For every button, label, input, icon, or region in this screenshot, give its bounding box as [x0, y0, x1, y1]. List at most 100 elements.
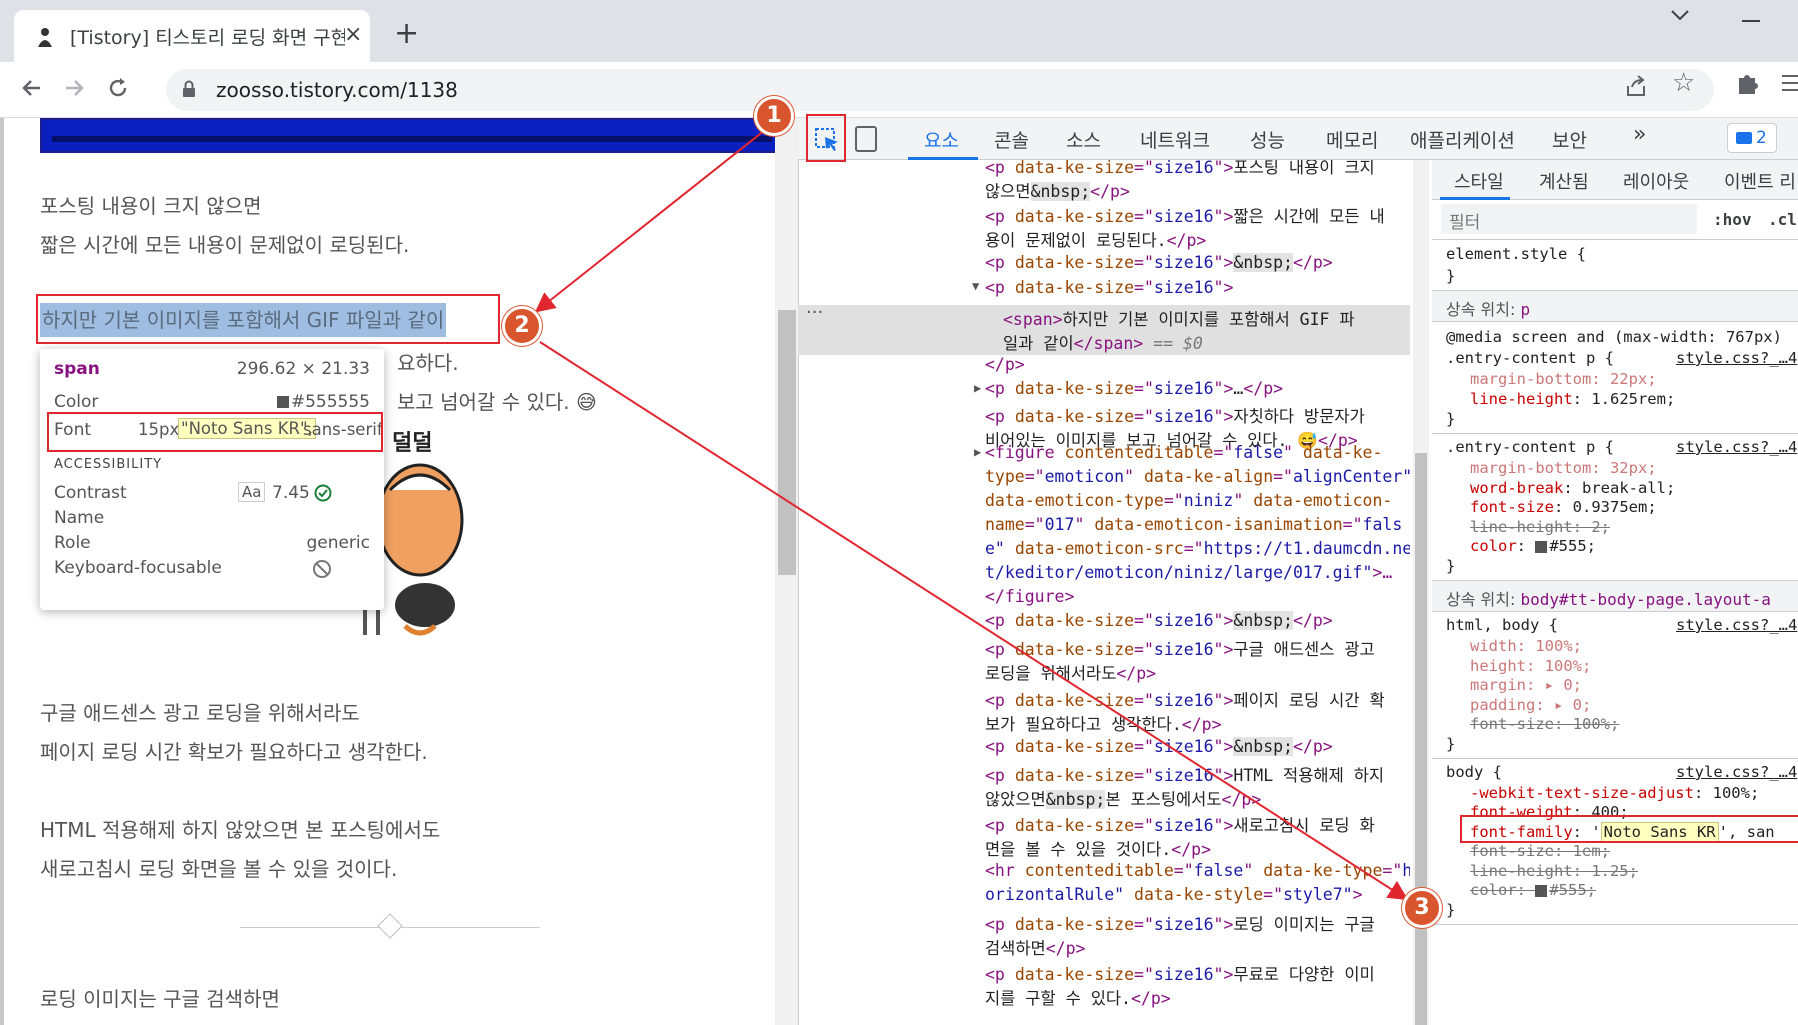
tooltip-color-value: #555555	[290, 392, 370, 412]
annotation-badge-1: 1	[754, 96, 794, 136]
css-property[interactable]: margin-bottom: 32px;	[1470, 459, 1657, 477]
annotation-box-font-family	[1460, 815, 1798, 843]
styles-filter-input[interactable]: 필터	[1441, 204, 1697, 234]
paragraph: 페이지 로딩 시간 확보가 필요하다고 생각한다.	[40, 740, 428, 764]
styles-pane[interactable]: element.style { } 상속 위치: p @media screen…	[1432, 240, 1798, 1025]
issues-count: 2	[1756, 128, 1767, 148]
inspect-tooltip: span 296.62 × 21.33 Color #555555 Font 1…	[40, 349, 384, 610]
tooltip-keyboard-label: Keyboard-focusable	[54, 558, 222, 578]
contrast-aa-badge: Aa	[238, 482, 266, 502]
devtools-toolbar: 요소 콘솔 소스 네트워크 성능 메모리 애플리케이션 보안 »	[798, 118, 1798, 160]
tab-performance[interactable]: 성능	[1250, 126, 1285, 153]
issues-badge[interactable]: 2	[1727, 123, 1777, 153]
collapse-triangle-icon[interactable]: ▶	[974, 381, 981, 395]
annotation-box-inspect	[806, 114, 846, 162]
css-rule-selector[interactable]: html, body {style.css?_…4	[1446, 616, 1798, 634]
media-query: @media screen and (max-width: 767px)	[1446, 328, 1782, 346]
tab-layout[interactable]: 레이아웃	[1623, 168, 1689, 194]
paragraph-tail: 보고 넘어갈 수 있다. 😅	[397, 390, 597, 414]
css-property: font-size: 0.9375em;	[1470, 498, 1657, 516]
cls-toggle[interactable]: .cl	[1768, 210, 1797, 229]
tooltip-role-value: generic	[306, 533, 370, 553]
paragraph-tail: 요하다.	[397, 351, 459, 375]
css-rule-selector[interactable]: .entry-content p {style.css?_…4	[1446, 349, 1798, 367]
tooltip-size: 296.62 × 21.33	[236, 359, 370, 379]
styles-tabs: 스타일 계산됨 레이아웃 이벤트 리	[1432, 160, 1798, 200]
css-property-overridden: font-size: 100%;	[1470, 715, 1620, 733]
reload-icon[interactable]	[106, 76, 130, 100]
browser-toolbar: zoosso.tistory.com/1138 ☆	[0, 62, 1798, 118]
tab-memory[interactable]: 메모리	[1326, 126, 1378, 153]
paragraph: 로딩 이미지는 구글 검색하면	[40, 987, 280, 1011]
inherited-from-body: 상속 위치: body#tt-body-page.layout-a	[1432, 581, 1798, 611]
css-rule-selector[interactable]: .entry-content p {style.css?_…4	[1446, 438, 1798, 456]
tooltip-contrast-label: Contrast	[54, 483, 127, 503]
tab-computed[interactable]: 계산됨	[1539, 168, 1589, 194]
forward-arrow-icon[interactable]	[62, 76, 86, 100]
menu-icon[interactable]	[1780, 70, 1798, 96]
tab-search-chevron-icon[interactable]	[1670, 8, 1690, 22]
css-property-inactive: margin: ▸ 0;	[1470, 676, 1582, 694]
tooltip-accessibility-heading: ACCESSIBILITY	[54, 457, 163, 472]
tooltip-role-label: Role	[54, 533, 91, 553]
more-tabs-icon[interactable]: »	[1633, 122, 1646, 147]
paragraph: 포스팅 내용이 크지 않으면	[40, 194, 262, 218]
paragraph: 새로고침시 로딩 화면을 볼 수 있을 것이다.	[40, 857, 398, 881]
css-property: -webkit-text-size-adjust: 100%;	[1470, 784, 1760, 802]
css-property: line-height: 1.625rem;	[1470, 390, 1676, 408]
address-bar[interactable]: zoosso.tistory.com/1138	[166, 69, 1714, 111]
css-property-inactive: height: 100%;	[1470, 657, 1592, 675]
element-style-rule[interactable]: element.style {	[1446, 245, 1586, 263]
css-property-inactive: padding: ▸ 0;	[1470, 696, 1592, 714]
emoticon-caption: 덜덜	[392, 431, 432, 456]
tab-elements[interactable]: 요소	[924, 126, 959, 153]
new-tab-button[interactable]: +	[394, 16, 419, 51]
css-property-inactive: width: 100%;	[1470, 637, 1582, 655]
header-image	[40, 118, 782, 153]
url-text[interactable]: zoosso.tistory.com/1138	[216, 78, 458, 102]
tooltip-name-label: Name	[54, 508, 105, 528]
dom-scrollbar-thumb[interactable]	[1415, 453, 1427, 1025]
css-property: color: #555;	[1470, 537, 1597, 555]
paragraph: 구글 애드센스 광고 로딩을 위해서라도	[40, 701, 360, 725]
minimize-window-icon[interactable]	[1740, 4, 1762, 34]
inherited-from-p: 상속 위치: p	[1432, 291, 1798, 321]
share-icon[interactable]	[1622, 72, 1650, 100]
device-toolbar-icon[interactable]	[855, 126, 877, 152]
tab-title: [Tistory] 티스토리 로딩 화면 구현	[70, 27, 345, 49]
page-scrollbar-thumb[interactable]	[778, 310, 796, 575]
tab-network[interactable]: 네트워크	[1140, 126, 1210, 153]
css-rule-selector[interactable]: body {style.css?_…4	[1446, 763, 1798, 781]
tab-application[interactable]: 애플리케이션	[1410, 126, 1515, 153]
paragraph: 짧은 시간에 모든 내용이 문제없이 로딩된다.	[40, 233, 410, 257]
css-property[interactable]: margin-bottom: 22px;	[1470, 370, 1657, 388]
css-property: word-break: break-all;	[1470, 479, 1676, 497]
tab-security[interactable]: 보안	[1552, 126, 1587, 153]
tooltip-contrast-value: 7.45	[272, 483, 310, 503]
browser-tab[interactable]: [Tistory] 티스토리 로딩 화면 구현 ×	[14, 10, 370, 62]
back-arrow-icon[interactable]	[20, 76, 44, 100]
tab-event-listeners[interactable]: 이벤트 리	[1724, 168, 1796, 194]
not-allowed-icon	[313, 560, 331, 578]
tab-close-icon[interactable]: ×	[344, 22, 362, 47]
star-icon[interactable]: ☆	[1672, 68, 1695, 98]
collapse-triangle-icon[interactable]: ▶	[974, 445, 981, 459]
annotation-box-selected-text	[36, 294, 500, 344]
puzzle-icon[interactable]	[1735, 70, 1761, 96]
annotation-box-font	[47, 412, 383, 452]
paragraph: HTML 적용해제 하지 않았으면 본 포스팅에서도	[40, 818, 441, 842]
expand-triangle-icon[interactable]: ▼	[972, 279, 979, 293]
tab-sources[interactable]: 소스	[1066, 126, 1101, 153]
annotation-badge-3: 3	[1402, 888, 1442, 928]
css-property-overridden: line-height: 1.25;	[1470, 862, 1638, 880]
dom-tree[interactable]: <p data-ke-size="size16">포스팅 내용이 크지 않으면&…	[798, 160, 1410, 1025]
css-property-overridden[interactable]: line-height: 2;	[1470, 518, 1610, 536]
chat-icon	[1736, 132, 1752, 144]
tab-console[interactable]: 콘솔	[994, 126, 1029, 153]
tooltip-tag: span	[54, 359, 100, 379]
lock-icon[interactable]	[182, 80, 196, 98]
tab-styles[interactable]: 스타일	[1454, 168, 1504, 194]
tistory-favicon-icon	[38, 28, 52, 47]
color-swatch	[1535, 540, 1548, 553]
hov-toggle[interactable]: :hov	[1713, 210, 1752, 229]
